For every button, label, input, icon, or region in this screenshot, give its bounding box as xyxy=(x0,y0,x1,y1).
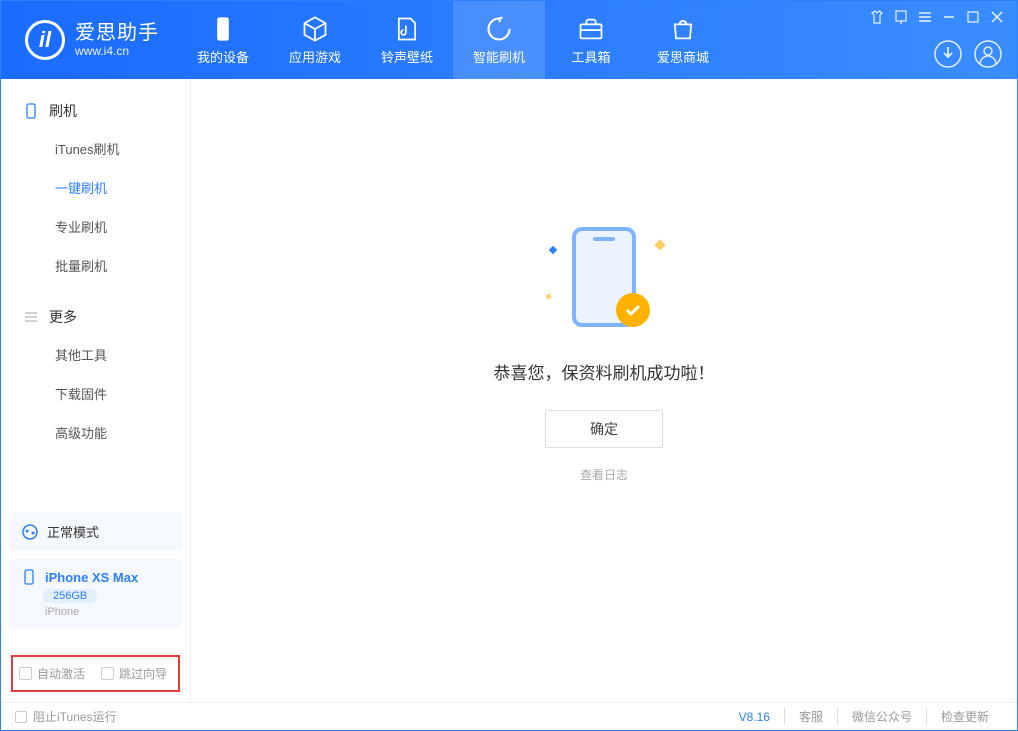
nav-apps-games[interactable]: 应用游戏 xyxy=(269,1,361,79)
sidebar-item-other-tools[interactable]: 其他工具 xyxy=(1,335,190,374)
logo-icon: il xyxy=(25,20,65,60)
sidebar-item-advanced[interactable]: 高级功能 xyxy=(1,413,190,452)
shirt-icon[interactable] xyxy=(869,9,885,25)
device-name-row: iPhone XS Max xyxy=(21,569,170,585)
nav-toolbox[interactable]: 工具箱 xyxy=(545,1,637,79)
mode-icon xyxy=(21,523,39,541)
close-icon[interactable] xyxy=(989,9,1005,25)
sidebar-section-flash: 刷机 iTunes刷机 一键刷机 专业刷机 批量刷机 xyxy=(1,79,190,285)
success-graphic xyxy=(544,219,664,339)
sidebar-section-more: 更多 其他工具 下载固件 高级功能 xyxy=(1,285,190,452)
download-circle-icon[interactable] xyxy=(933,39,963,69)
sidebar-item-batch-flash[interactable]: 批量刷机 xyxy=(1,246,190,285)
statusbar: 阻止iTunes运行 V8.16 客服 微信公众号 检查更新 xyxy=(1,702,1017,730)
sidebar-item-pro-flash[interactable]: 专业刷机 xyxy=(1,207,190,246)
sidebar: 刷机 iTunes刷机 一键刷机 专业刷机 批量刷机 更多 其他工具 下载固件 … xyxy=(1,79,191,702)
phone-small-icon xyxy=(21,569,37,585)
content: 恭喜您，保资料刷机成功啦！ 确定 查看日志 xyxy=(191,79,1017,702)
link-support[interactable]: 客服 xyxy=(784,708,837,725)
device-type: iPhone xyxy=(45,606,170,618)
header: il 爱思助手 www.i4.cn 我的设备 应用游戏 铃声壁纸 智能刷机 工具… xyxy=(1,1,1017,79)
top-nav: 我的设备 应用游戏 铃声壁纸 智能刷机 工具箱 爱思商城 xyxy=(177,1,729,79)
sparkle-icon xyxy=(549,245,557,253)
device-capacity: 256GB xyxy=(43,589,97,603)
music-file-icon xyxy=(393,15,421,43)
pin-icon[interactable] xyxy=(893,9,909,25)
nav-my-device[interactable]: 我的设备 xyxy=(177,1,269,79)
device-mode[interactable]: 正常模式 xyxy=(9,512,182,551)
sidebar-item-download-firmware[interactable]: 下载固件 xyxy=(1,374,190,413)
refresh-shield-icon xyxy=(485,15,513,43)
window-controls xyxy=(869,9,1005,25)
device-icon xyxy=(23,103,39,119)
version-label: V8.16 xyxy=(739,710,770,724)
bag-icon xyxy=(669,15,697,43)
device-block: 正常模式 iPhone XS Max 256GB iPhone xyxy=(9,512,182,628)
nav-store[interactable]: 爱思商城 xyxy=(637,1,729,79)
statusbar-right: V8.16 客服 微信公众号 检查更新 xyxy=(739,708,1003,725)
cube-icon xyxy=(301,15,329,43)
link-wechat[interactable]: 微信公众号 xyxy=(837,708,926,725)
logo[interactable]: il 爱思助手 www.i4.cn xyxy=(1,20,177,60)
menu-icon[interactable] xyxy=(917,9,933,25)
nav-smart-flash[interactable]: 智能刷机 xyxy=(453,1,545,79)
list-icon xyxy=(23,309,39,325)
sidebar-item-oneclick-flash[interactable]: 一键刷机 xyxy=(1,168,190,207)
sparkle-icon xyxy=(546,294,551,299)
sidebar-title-flash: 刷机 xyxy=(1,93,190,129)
checkbox-icon xyxy=(101,667,114,680)
maximize-icon[interactable] xyxy=(965,9,981,25)
checkbox-auto-activate[interactable]: 自动激活 xyxy=(19,665,85,682)
sidebar-item-itunes-flash[interactable]: iTunes刷机 xyxy=(1,129,190,168)
minimize-icon[interactable] xyxy=(941,9,957,25)
view-log-link[interactable]: 查看日志 xyxy=(580,466,628,483)
sparkle-icon xyxy=(654,239,665,250)
ok-button[interactable]: 确定 xyxy=(545,410,663,448)
app-url: www.i4.cn xyxy=(75,45,159,59)
toolbox-icon xyxy=(577,15,605,43)
sidebar-footer-options: 自动激活 跳过向导 xyxy=(11,655,180,692)
main: 刷机 iTunes刷机 一键刷机 专业刷机 批量刷机 更多 其他工具 下载固件 … xyxy=(1,79,1017,702)
device-info[interactable]: iPhone XS Max 256GB iPhone xyxy=(9,559,182,628)
success-message: 恭喜您，保资料刷机成功啦！ xyxy=(494,359,715,384)
checkbox-skip-wizard[interactable]: 跳过向导 xyxy=(101,665,167,682)
sidebar-title-more: 更多 xyxy=(1,299,190,335)
phone-icon xyxy=(209,15,237,43)
checkbox-icon xyxy=(15,711,27,723)
link-check-update[interactable]: 检查更新 xyxy=(926,708,1003,725)
nav-ringtone-wallpaper[interactable]: 铃声壁纸 xyxy=(361,1,453,79)
checkbox-icon xyxy=(19,667,32,680)
app-name: 爱思助手 xyxy=(75,22,159,45)
user-circle-icon[interactable] xyxy=(973,39,1003,69)
checkbox-block-itunes[interactable]: 阻止iTunes运行 xyxy=(15,708,117,725)
logo-text: 爱思助手 www.i4.cn xyxy=(75,22,159,59)
checkmark-badge-icon xyxy=(616,293,650,327)
header-actions xyxy=(933,39,1003,69)
